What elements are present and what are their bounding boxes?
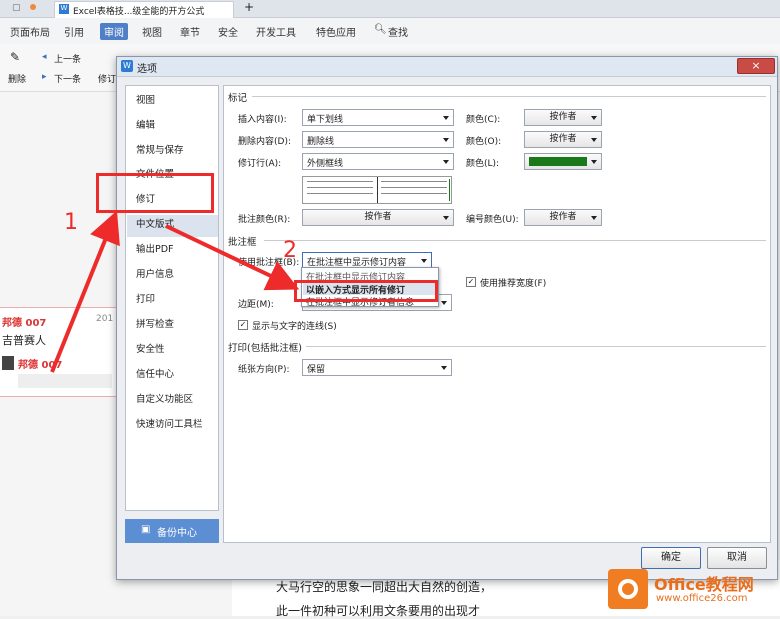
watermark-brand: Office教程网 [654,575,754,594]
watermark: Office教程网 www.office26.com [608,565,778,613]
arrow-to-inline-option [165,224,300,291]
office-logo-ring [618,579,638,599]
arrow-to-revision-nav [50,210,120,373]
office-logo-icon [608,569,648,609]
annotation-arrows [50,210,300,373]
watermark-url: www.office26.com [656,593,748,604]
